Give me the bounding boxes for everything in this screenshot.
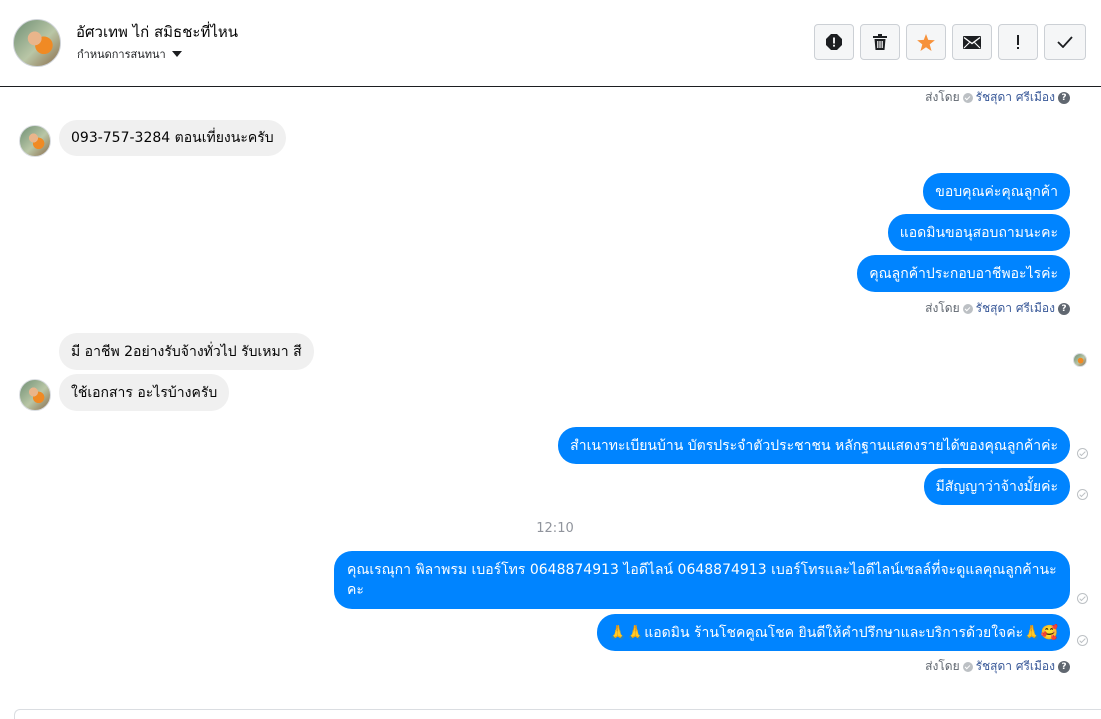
message-composer[interactable]	[14, 709, 1101, 719]
verified-icon	[962, 303, 973, 314]
help-icon[interactable]: ?	[1058, 660, 1070, 673]
conversation-settings-label: กำหนดการสนทนา	[77, 48, 166, 61]
report-icon	[826, 34, 842, 50]
sent-by-label: ส่งโดย	[925, 659, 960, 673]
read-receipt-avatar	[1073, 353, 1087, 367]
sent-by-label: ส่งโดย	[925, 301, 960, 315]
help-icon[interactable]: ?	[1058, 91, 1070, 104]
spam-button[interactable]	[998, 24, 1038, 60]
message-bubble-outgoing[interactable]: 🙏🙏แอดมิน ร้านโชคคูณโชค ยินดีให้คำปรึกษาแ…	[597, 614, 1070, 651]
message-bubble-outgoing[interactable]: มีสัญญาว่าจ้างมั้ยค่ะ	[923, 468, 1070, 505]
sent-status-icon	[1077, 489, 1088, 500]
header-toolbar	[814, 24, 1086, 60]
message-bubble-outgoing[interactable]: ขอบคุณค่ะคุณลูกค้า	[923, 173, 1070, 210]
sender-name[interactable]: รัชสุดา ศรีเมือง	[976, 88, 1055, 107]
report-button[interactable]	[814, 24, 854, 60]
mark-unread-button[interactable]	[952, 24, 992, 60]
star-button[interactable]	[906, 24, 946, 60]
mark-done-button[interactable]	[1044, 24, 1086, 60]
sent-by-line: ส่งโดย รัชสุดา ศรีเมือง ?	[925, 299, 1070, 318]
contact-avatar-small[interactable]	[19, 125, 51, 157]
message-bubble-outgoing[interactable]: แอดมินขอนุสอบถามนะคะ	[887, 214, 1070, 251]
message-bubble-outgoing[interactable]: สำเนาทะเบียนบ้าน บัตรประจำตัวประชาชน หลั…	[558, 427, 1070, 464]
message-bubble-incoming[interactable]: ใช้เอกสาร อะไรบ้างครับ	[59, 374, 230, 411]
message-bubble-outgoing[interactable]: คุณเรณุกา พิลาพรม เบอร์โทร 0648874913 ไอ…	[334, 551, 1070, 609]
envelope-icon	[963, 35, 981, 49]
trash-icon	[873, 34, 887, 50]
verified-icon	[962, 92, 973, 103]
delete-button[interactable]	[860, 24, 900, 60]
contact-name[interactable]: อัศวเทพ ไก่ สมิธชะที่ไหน	[76, 20, 238, 44]
sent-by-line: ส่งโดย รัชสุดา ศรีเมือง ?	[925, 657, 1070, 676]
conversation-header: อัศวเทพ ไก่ สมิธชะที่ไหน กำหนดการสนทนา	[0, 0, 1101, 87]
verified-icon	[962, 661, 973, 672]
sender-name[interactable]: รัชสุดา ศรีเมือง	[976, 299, 1055, 318]
sent-status-icon	[1077, 635, 1088, 646]
exclamation-icon	[1017, 35, 1019, 49]
sent-status-icon	[1077, 448, 1088, 459]
help-icon[interactable]: ?	[1058, 302, 1070, 315]
message-bubble-incoming[interactable]: 093-757-3284 ตอนเที่ยงนะครับ	[59, 120, 286, 156]
conversation-settings-dropdown[interactable]: กำหนดการสนทนา	[77, 45, 182, 63]
contact-avatar-small[interactable]	[19, 379, 51, 411]
contact-avatar[interactable]	[13, 19, 61, 67]
sent-by-label: ส่งโดย	[925, 90, 960, 104]
message-bubble-outgoing[interactable]: คุณลูกค้าประกอบอาชีพอะไรค่ะ	[857, 255, 1070, 292]
message-bubble-incoming[interactable]: มี อาชีพ 2อย่างรับจ้างทั่วไป รับเหมา สี	[59, 333, 314, 370]
sender-name[interactable]: รัชสุดา ศรีเมือง	[976, 657, 1055, 676]
sent-status-icon	[1077, 593, 1088, 604]
sent-by-line: ส่งโดย รัชสุดา ศรีเมือง ?	[925, 88, 1070, 107]
star-icon	[917, 33, 935, 51]
timestamp: 12:10	[536, 521, 574, 536]
caret-down-icon	[171, 51, 182, 57]
checkmark-icon	[1057, 36, 1073, 48]
